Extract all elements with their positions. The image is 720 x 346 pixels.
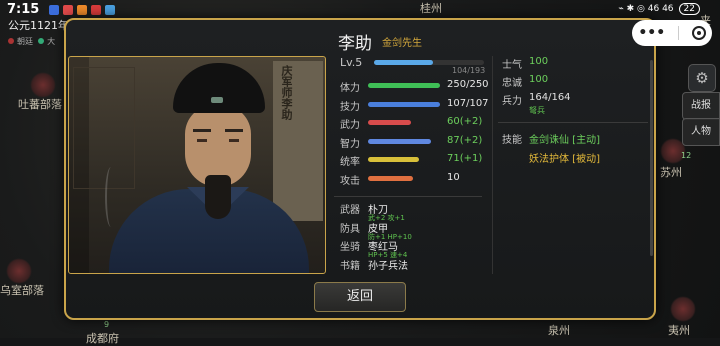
equipment-slot-label: 书籍 [340, 260, 360, 272]
incense-smoke [105, 167, 117, 227]
equipment-slot-label: 武器 [340, 205, 360, 216]
stat-bar [368, 101, 440, 107]
stat-label: 技力 [340, 101, 360, 113]
faction-list: 朝廷 大 [8, 36, 55, 47]
app-notification-icon [105, 5, 115, 15]
exp-bar-fill [374, 60, 434, 65]
stat-label: 武力 [340, 120, 360, 131]
close-circle-icon[interactable] [691, 26, 706, 40]
faction-dot-icon [38, 38, 45, 44]
loyalty-value: 100 [529, 74, 549, 85]
stat-label: 智力 [340, 138, 360, 150]
city-label[interactable]: 夷州 [668, 322, 690, 338]
back-button[interactable]: 返回 [314, 282, 406, 312]
level-label: Lv.5 [340, 56, 363, 69]
stat-label: 体力 [340, 83, 360, 94]
faction-name: 朝廷 [17, 37, 33, 46]
app-notification-icon [77, 5, 87, 15]
hero-brow [193, 129, 211, 132]
stats-divider [334, 196, 482, 197]
hero-hat-pin [211, 97, 223, 103]
equipment-slot-label: 防具 [340, 223, 360, 235]
passive-skill[interactable]: 妖法护体 [被动] [529, 150, 600, 165]
equipment-name[interactable]: 孙子兵法 [368, 257, 408, 272]
hero-hat [173, 63, 265, 113]
right-panel-divider [498, 122, 648, 123]
stat-bar [368, 175, 414, 181]
loyalty-label: 忠诚 [502, 78, 522, 89]
city-marker[interactable] [670, 296, 696, 322]
troops-value: 164/164 [529, 92, 571, 103]
city-label[interactable]: 泉州 [548, 322, 570, 338]
hero-beard [205, 175, 231, 219]
stat-value: 107/107 [447, 97, 489, 109]
stat-bar [368, 120, 412, 125]
status-time: 7:15 [7, 2, 40, 17]
capsule-divider [677, 26, 679, 40]
notification-icons [49, 5, 115, 15]
city-marker[interactable] [30, 72, 56, 98]
stat-label: 攻击 [340, 175, 360, 187]
settings-gear-icon[interactable]: ⚙ [688, 64, 716, 92]
more-dots-icon[interactable]: ••• [638, 25, 665, 41]
hero-name: 李助 [338, 34, 372, 54]
hero-eye [197, 139, 207, 142]
stat-value: 87(+2) [447, 134, 483, 146]
stat-value: 71(+1) [447, 153, 483, 164]
hero-portrait: 庆军师李助 [68, 56, 326, 274]
status-bar: 7:15 ⌁ ✱ ◎ 46 46 22 [0, 0, 720, 20]
app-notification-icon [63, 5, 73, 15]
stat-label: 统率 [340, 157, 360, 168]
portrait-calligraphy: 庆军师李助 [280, 65, 293, 120]
exp-value: 104/193 [452, 66, 486, 75]
hero-eye [229, 139, 239, 142]
faction-name: 大 [47, 37, 56, 46]
stat-bar [368, 138, 431, 144]
troop-type: 弩兵 [529, 106, 545, 115]
battle-report-button[interactable]: 战报 [682, 92, 720, 120]
city-label[interactable]: 苏州 [660, 164, 682, 180]
panel-divider [492, 56, 493, 274]
app-notification-icon [91, 5, 101, 15]
battery-icon: 22 [678, 3, 700, 15]
mini-program-capsule: ••• [632, 20, 712, 46]
badge-number: 12 [681, 151, 692, 160]
stat-value: 60(+2) [447, 116, 483, 127]
troops-label: 兵力 [502, 96, 522, 107]
faction-dot-icon [8, 38, 14, 44]
status-indicators: ⌁ ✱ ◎ 46 46 22 [618, 3, 700, 15]
year-label: 公元1121年 [8, 19, 69, 32]
portrait-shelf [73, 67, 135, 189]
stat-bar [368, 157, 420, 162]
hero-brow [225, 129, 243, 132]
city-label[interactable]: 成都府 [86, 330, 119, 346]
signal-icons: ⌁ ✱ ◎ 46 46 [618, 4, 674, 14]
badge-number: 9 [104, 320, 110, 329]
stat-value: 250/250 [447, 79, 489, 90]
morale-label: 士气 [502, 60, 522, 71]
active-skill[interactable]: 金剑诛仙 [主动] [529, 131, 600, 146]
morale-value: 100 [529, 56, 549, 67]
city-label[interactable]: 吐蕃部落 [18, 96, 62, 112]
detail-scrollbar[interactable] [650, 60, 653, 256]
city-marker[interactable] [6, 258, 32, 284]
characters-button[interactable]: 人物 [682, 118, 720, 146]
equipment-slot-label: 坐骑 [340, 242, 360, 253]
stat-value: 10 [447, 171, 460, 183]
city-label[interactable]: 乌室部落 [0, 282, 44, 298]
stat-bar [368, 83, 440, 88]
skills-label: 技能 [502, 135, 522, 146]
app-notification-icon [49, 5, 59, 15]
hero-epithet: 金剑先生 [382, 38, 422, 49]
